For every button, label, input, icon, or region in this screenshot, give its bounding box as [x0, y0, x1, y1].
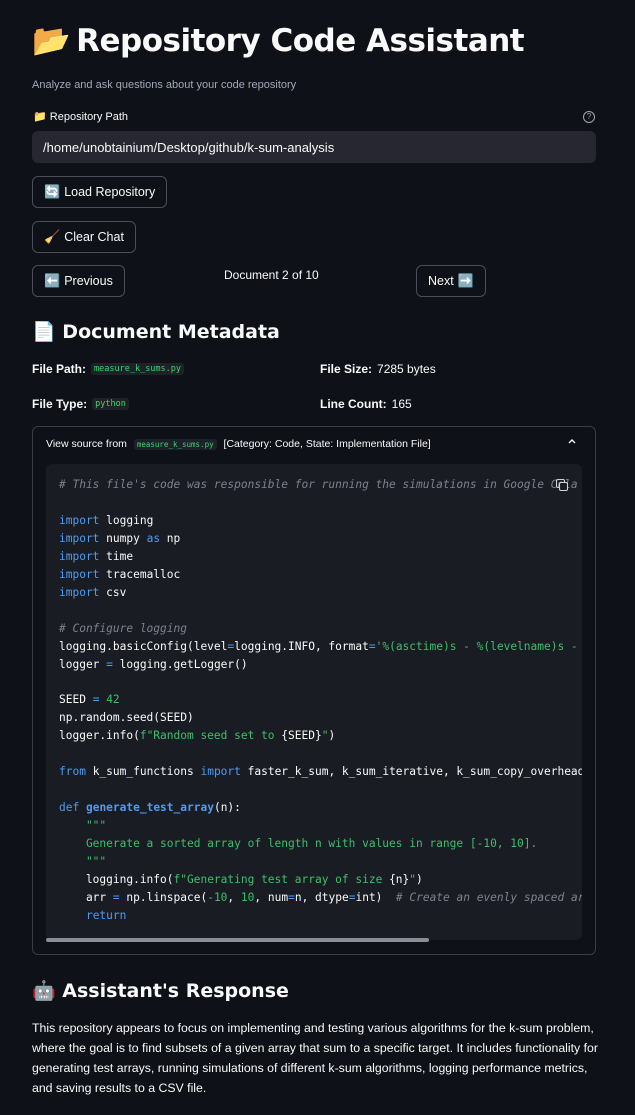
expander-prefix: View source from	[46, 438, 127, 450]
metadata-heading-text: Document Metadata	[62, 321, 280, 343]
help-icon[interactable]: ?	[583, 111, 595, 123]
load-repository-button[interactable]: 🔄 Load Repository	[32, 176, 168, 208]
app-page: 📂 Repository Code Assistant Analyze and a…	[0, 0, 635, 1115]
response-heading: 🤖 Assistant's Response	[32, 979, 289, 1002]
previous-button[interactable]: ⬅️ Previous	[32, 265, 125, 297]
folder-open-icon: 📂	[32, 23, 71, 59]
expander-suffix: [Category: Code, State: Implementation F…	[223, 438, 431, 450]
page-facing-up-icon: 📄	[32, 321, 56, 343]
folder-icon: 📁	[33, 111, 47, 123]
chevron-up-icon[interactable]	[567, 436, 577, 449]
next-button[interactable]: Next ➡️	[416, 265, 486, 297]
meta-line-count: Line Count: 165	[320, 397, 412, 411]
metadata-heading: 📄 Document Metadata	[32, 320, 280, 343]
file-path-label: File Path:	[32, 362, 87, 376]
meta-file-path: File Path: measure_k_sums.py	[32, 362, 185, 376]
code-content: # This file's code was responsible for r…	[59, 478, 582, 922]
arrow-right-icon: ➡️	[457, 273, 474, 288]
repo-path-input[interactable]	[32, 131, 596, 163]
code-block: # This file's code was responsible for r…	[46, 464, 582, 940]
repo-path-label-text: Repository Path	[49, 111, 129, 123]
file-type-value: python	[92, 398, 129, 410]
broom-icon: 🧹	[44, 229, 61, 244]
clear-chat-label: Clear Chat	[64, 230, 124, 244]
file-size-value: 7285 bytes	[377, 362, 436, 376]
code-scrollbar-thumb[interactable]	[46, 938, 429, 942]
robot-icon: 🤖	[32, 980, 56, 1002]
file-size-label: File Size:	[320, 362, 373, 376]
load-repository-label: Load Repository	[64, 185, 156, 199]
refresh-icon: 🔄	[44, 184, 61, 199]
meta-file-size: File Size: 7285 bytes	[320, 362, 436, 376]
clear-chat-button[interactable]: 🧹 Clear Chat	[32, 221, 136, 253]
response-text: This repository appears to focus on impl…	[32, 1021, 598, 1095]
meta-file-type: File Type: python	[32, 397, 129, 411]
repo-path-label: 📁 Repository Path	[33, 110, 128, 123]
document-counter: Document 2 of 10	[224, 268, 319, 282]
source-expander-header[interactable]: View source from measure_k_sums.py [Cate…	[46, 438, 431, 450]
page-title: 📂 Repository Code Assistant	[32, 22, 525, 59]
file-type-label: File Type:	[32, 397, 88, 411]
response-heading-text: Assistant's Response	[62, 980, 289, 1002]
file-path-value: measure_k_sums.py	[91, 363, 185, 375]
page-title-text: Repository Code Assistant	[76, 23, 525, 59]
previous-label: Previous	[64, 274, 113, 288]
arrow-left-icon: ⬅️	[44, 273, 61, 288]
expander-file: measure_k_sums.py	[133, 438, 217, 450]
next-label: Next	[428, 274, 454, 288]
line-count-value: 165	[391, 397, 412, 411]
line-count-label: Line Count:	[320, 397, 387, 411]
copy-icon[interactable]	[555, 478, 569, 492]
page-subtitle: Analyze and ask questions about your cod…	[32, 79, 297, 91]
